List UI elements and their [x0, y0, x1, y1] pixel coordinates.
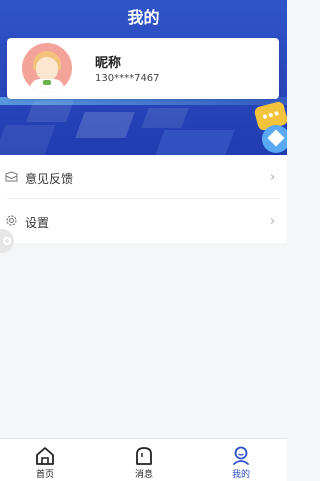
gear-icon: [6, 215, 17, 226]
profile-card[interactable]: 昵称 130****7467: [7, 38, 279, 99]
chevron-right-icon: ›: [270, 170, 276, 185]
tab-messages[interactable]: 消息: [109, 439, 179, 481]
menu-item-label: 设置: [25, 216, 50, 230]
decor-tile: [141, 108, 189, 128]
decor-tile: [155, 130, 235, 155]
message-icon: [136, 447, 152, 465]
tab-mine[interactable]: 我的: [206, 439, 276, 481]
menu-item-settings[interactable]: 设置 ›: [0, 199, 287, 243]
envelope-icon: [5, 171, 18, 182]
decor-tile: [75, 112, 135, 138]
chevron-right-icon: ›: [270, 214, 276, 229]
tab-label: 首页: [35, 470, 54, 480]
cube-icon: [262, 125, 287, 153]
nickname: 昵称: [95, 56, 122, 71]
profile-page: 我的 昵称 130****7467 意见反馈 › 设置 › 首页 消息 我的: [0, 0, 287, 481]
avatar[interactable]: [22, 43, 72, 93]
menu-item-feedback[interactable]: 意见反馈 ›: [0, 155, 287, 199]
bottom-nav: 首页 消息 我的: [0, 438, 287, 481]
user-icon: [233, 446, 249, 465]
settings-menu: 意见反馈 › 设置 ›: [0, 155, 287, 243]
phone-number: 130****7467: [95, 73, 160, 84]
decor-tile: [0, 125, 56, 155]
tab-label: 我的: [231, 470, 250, 480]
tab-home[interactable]: 首页: [10, 439, 80, 481]
tab-label: 消息: [134, 470, 153, 480]
menu-item-label: 意见反馈: [25, 172, 74, 186]
home-icon: [36, 447, 54, 465]
page-title: 我的: [127, 8, 160, 27]
